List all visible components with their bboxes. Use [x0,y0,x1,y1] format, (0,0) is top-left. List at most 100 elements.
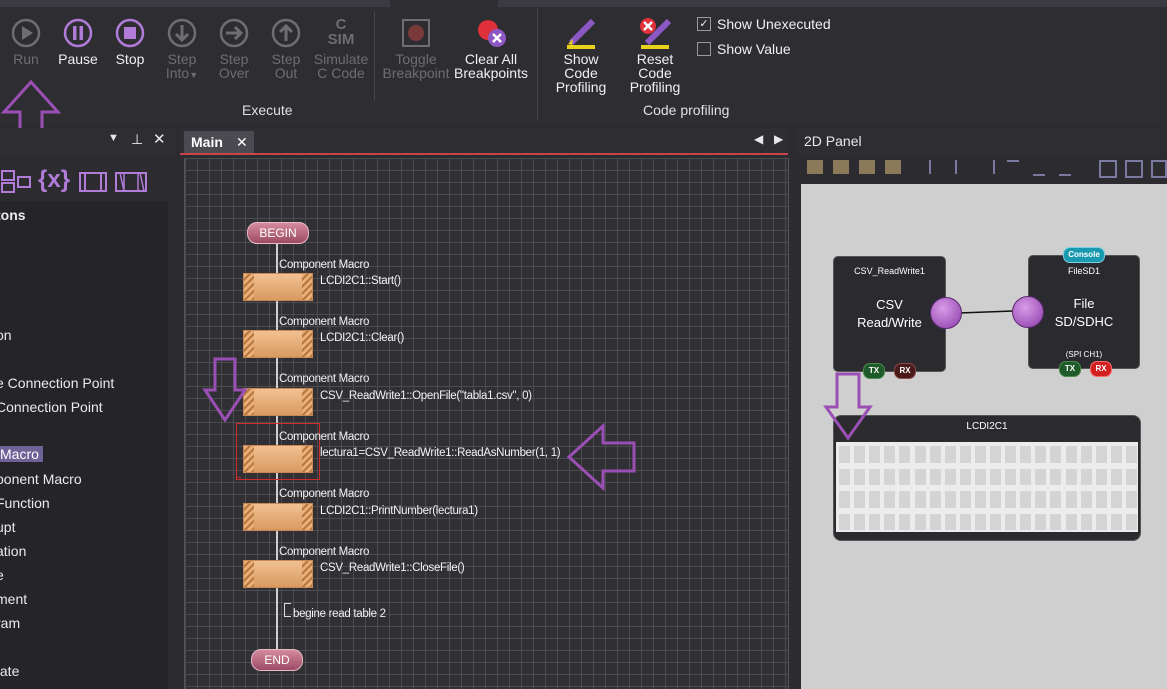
macro-type-label: Component Macro [279,431,370,443]
macro-call-label: lectura1=CSV_ReadWrite1::ReadAsNumber(1,… [320,447,561,459]
align-middle-icon[interactable] [1033,160,1045,176]
variable-icon[interactable]: {x} [38,166,70,194]
comment-bracket [284,603,291,617]
list-item[interactable]: ponent Macro [0,471,82,487]
clear-all-breakpoints-button[interactable]: Clear All Breakpoints [454,17,528,80]
distribute-icon[interactable] [1099,160,1117,178]
console-badge[interactable]: Console [1063,247,1105,263]
component-macro-block[interactable] [243,388,313,416]
component-name: LCDI2C1 [966,421,1008,432]
step-over-button[interactable]: Step Over [214,17,254,80]
list-item[interactable]: Function [0,495,50,511]
align-right-icon[interactable] [981,160,995,174]
begin-terminal[interactable]: BEGIN [247,222,309,244]
list-item[interactable]: ation [0,543,26,559]
lcd-char-cell [1065,446,1077,463]
lcd-char-cell [1110,491,1122,508]
connection-icon[interactable] [0,168,36,196]
lcd-char-cell [869,491,881,508]
list-item[interactable]: ment [0,591,27,607]
align-center-icon[interactable] [955,160,969,174]
lcd-char-cell [884,491,896,508]
step-into-text: Into [165,65,190,81]
checkbox-unchecked-icon [697,42,711,56]
align-bottom-icon[interactable] [1059,160,1071,176]
list-item[interactable]: ram [0,615,20,631]
align-tool-icon[interactable] [833,160,849,174]
end-terminal[interactable]: END [251,649,303,671]
panel-menu-caret-icon[interactable]: ▼ [108,132,119,144]
lcd-char-cell [899,491,911,508]
flowchart-comment[interactable]: begine read table 2 [293,608,386,620]
distribute-icon[interactable] [1125,160,1143,178]
distribute-icon[interactable] [1151,160,1167,178]
list-item[interactable]: e Connection Point [0,375,114,391]
show-code-profiling-button[interactable]: Show Code Profiling [545,17,617,94]
rx-indicator: RX [1090,361,1112,377]
execute-group-label: Execute [242,102,293,118]
lcd-char-cell [1125,491,1137,508]
lcd-char-cell [1095,513,1107,530]
play-icon [11,18,41,48]
tab-main[interactable]: Main ✕ [184,131,254,153]
lcd-char-cell [1095,468,1107,485]
component-macro-icon[interactable] [114,170,148,194]
simulate-label-1: Simulate [313,51,369,67]
show-unexecuted-checkbox[interactable]: ✓ Show Unexecuted [697,16,831,32]
reset-code-profiling-button[interactable]: Reset Code Profiling [619,17,691,94]
toggle-breakpoint-button[interactable]: Toggle Breakpoint [382,17,450,80]
macro-type-label: Component Macro [279,316,370,328]
align-tool-icon[interactable] [885,160,901,174]
show-value-checkbox[interactable]: Show Value [697,41,791,57]
component-macro-block-selected[interactable] [243,445,313,473]
step-out-label-2: Out [274,65,298,81]
lcd-char-cell [929,468,941,485]
list-item[interactable]: upt [0,519,15,535]
lcd-char-cell [1005,468,1017,485]
tab-close-icon[interactable]: ✕ [236,134,248,151]
list-item[interactable]: e [0,567,4,583]
simulate-c-code-button[interactable]: C SIM Simulate C Code [312,17,370,80]
tab-scroll-right-icon[interactable]: ▶ [774,132,783,146]
lcd-char-cell [1035,513,1047,530]
align-left-icon[interactable] [929,160,943,174]
list-item[interactable]: on [0,327,12,343]
show-value-label: Show Value [717,41,791,57]
lcd-char-cell [854,446,866,463]
macro-block-icon[interactable] [78,170,108,194]
toggle-bp-label-2: Breakpoint [382,65,450,81]
run-button[interactable]: Run [6,17,46,66]
list-item[interactable]: Connection Point [0,399,103,415]
dropdown-caret-icon[interactable]: ▼ [189,70,198,80]
list-item[interactable]: tate [0,663,19,679]
ribbon-active-tab[interactable] [390,0,498,7]
pause-button[interactable]: Pause [58,17,98,66]
stop-button[interactable]: Stop [110,17,150,66]
close-icon[interactable]: ✕ [153,130,166,148]
file-handle-in-icon[interactable] [1012,296,1044,328]
lcd-char-cell [1065,513,1077,530]
lcd-char-cell [1020,446,1032,463]
align-tool-icon[interactable] [807,160,823,174]
tab-scroll-left-icon[interactable]: ◀ [754,132,763,146]
lcd-char-cell [974,491,986,508]
lcd-char-cell [1005,446,1017,463]
pin-icon[interactable]: ⊥ [131,131,143,148]
component-macro-block[interactable] [243,330,313,358]
component-macro-block[interactable] [243,273,313,301]
tab-active-underline [180,153,788,155]
step-into-button[interactable]: Step Into▼ [160,17,204,82]
bus-label: (SPI CH1) [1065,350,1103,359]
component-macro-block[interactable] [243,560,313,588]
flowchart-canvas[interactable]: BEGIN Component Macro LCDI2C1::Start() C… [184,158,789,689]
file-handle-out-icon[interactable] [930,297,962,329]
step-out-label-1: Step [271,51,301,67]
align-top-icon[interactable] [1007,160,1019,176]
lcd-char-cell [1035,468,1047,485]
list-item-selected[interactable]: Macro [0,446,43,462]
align-tool-icon[interactable] [859,160,875,174]
lcd-i2c-component[interactable]: LCDI2C1 [833,415,1141,541]
component-macro-block[interactable] [243,503,313,531]
step-out-button[interactable]: Step Out [266,17,306,80]
lcd-char-cell [929,491,941,508]
